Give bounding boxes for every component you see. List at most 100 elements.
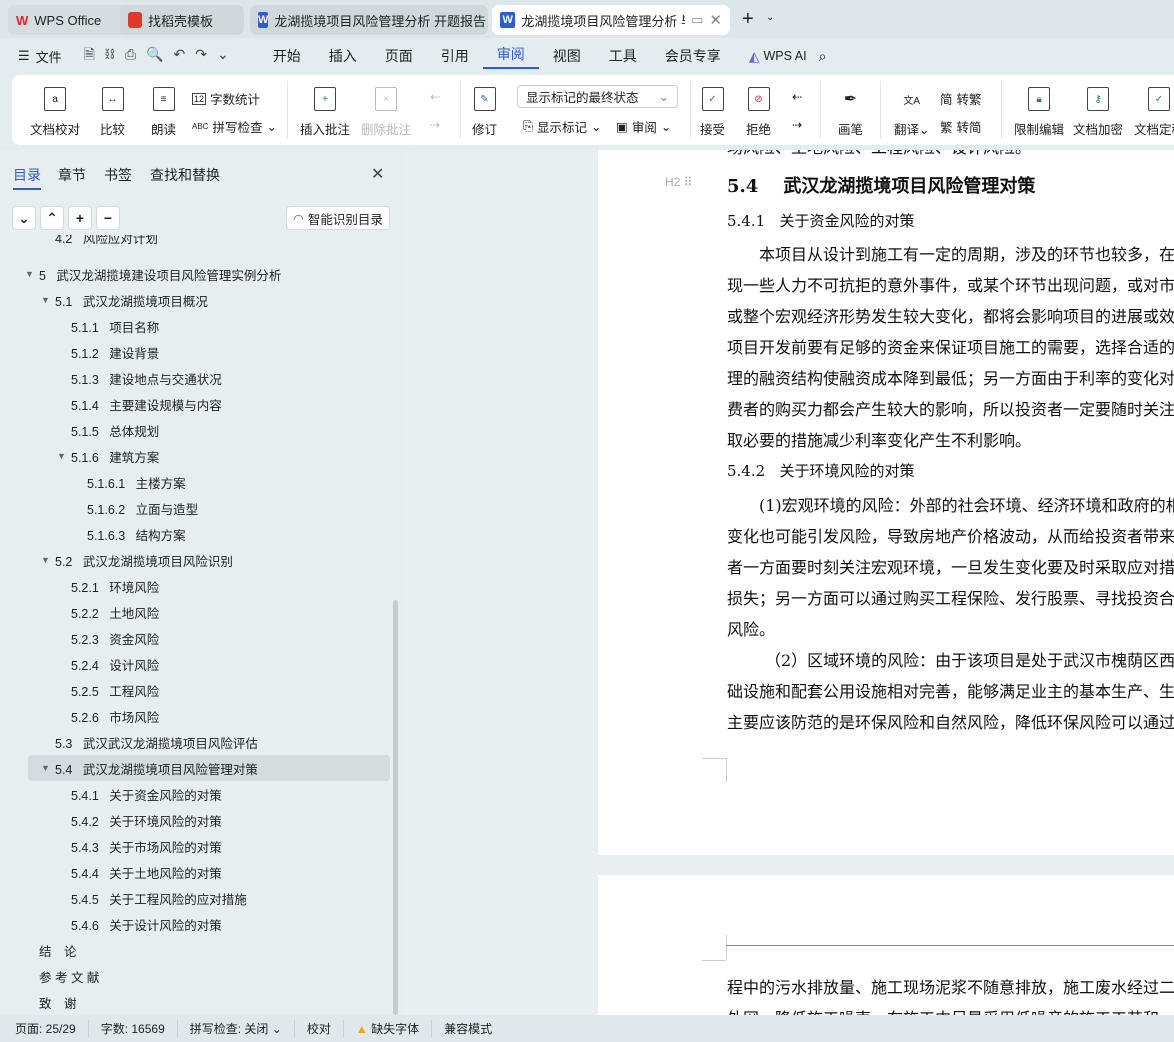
proof-button[interactable]: 校对 [295,1020,344,1037]
close-icon[interactable]: ✕ [371,164,384,184]
menu-page[interactable]: 页面 [371,46,427,66]
spell-check-status[interactable]: 拼写检查: 关闭 ⌄ [178,1020,295,1037]
tab-find-replace[interactable]: 查找和替换 [150,165,220,185]
toc-item[interactable]: ▼ 5.4 武汉龙湖揽境项目风险管理对策 [28,755,390,781]
menu-wps-ai[interactable]: WPS AI [764,49,807,63]
tab-bookmarks[interactable]: 书签 [104,165,132,185]
toc-item[interactable]: 5.1.6.1 主楼方案 [0,469,392,495]
toc-item[interactable]: 5.1.4 主要建设规模与内容 [0,391,392,417]
compare-button[interactable]: ↔ 比较 [100,87,125,138]
expand-button[interactable]: ⌃ [40,206,64,230]
promote-button[interactable]: + [68,206,92,230]
expand-arrow-icon[interactable]: ▼ [41,763,50,773]
tab-docer[interactable]: 找稻壳模板 [120,5,244,35]
close-icon[interactable]: ✕ [709,11,722,29]
review-pane-button[interactable]: ▣ 审阅 ⌄ [616,117,671,136]
toc-item[interactable]: 5.4.1 关于资金风险的对策 [0,781,392,807]
toc-item[interactable]: 5.1.3 建设地点与交通状况 [0,365,392,391]
toc-item[interactable]: 5.2.5 工程风险 [0,677,392,703]
toc-item[interactable]: 5.1.1 项目名称 [0,313,392,339]
toc-item[interactable]: 结 论 [0,937,392,963]
toc-item[interactable]: 5.2.2 土地风险 [0,599,392,625]
tab-sections[interactable]: 章节 [58,165,86,185]
tab-toc[interactable]: 目录 [13,165,41,190]
pen-icon: ✒ [843,91,858,108]
doc-check-button[interactable]: a 文档校对 [30,87,80,138]
toc-item[interactable]: 5.4.3 关于市场风险的对策 [0,833,392,859]
toc-item[interactable]: ▼ 5 武汉龙湖揽境建设项目风险管理实例分析 [0,261,392,287]
toc-item[interactable]: 5.2.6 市场风险 [0,703,392,729]
toc-item-label: 5.4.3 关于市场风险的对策 [71,840,222,855]
quick-access-icons[interactable]: 🗎⛓⎙🔍↶↷⌄ [84,44,239,68]
expand-arrow-icon[interactable]: ▼ [57,451,66,461]
monitor-icon[interactable]: ▭ [691,12,703,28]
toc-item[interactable]: 5.1.6.3 结构方案 [0,521,392,547]
collapse-button[interactable]: ⌄ [12,206,36,230]
menu-membership[interactable]: 会员专享 [651,46,735,66]
toc-item[interactable]: 5.4.2 关于环境风险的对策 [0,807,392,833]
finalize-button[interactable]: ✓文档定稿 [1134,87,1174,138]
expand-arrow-icon[interactable]: ▼ [25,269,34,279]
to-traditional-button[interactable]: 简转繁 [940,89,982,108]
delete-comment-button: × 删除批注 [361,87,411,138]
encrypt-button[interactable]: ⚷ 文档加密 [1073,87,1123,138]
word-count[interactable]: 字数: 16569 [89,1020,178,1037]
toc-item[interactable]: 5.2.4 设计风险 [0,651,392,677]
toc-item[interactable]: 5.1.2 建设背景 [0,339,392,365]
toc-item[interactable]: 5.1.5 总体规划 [0,417,392,443]
menu-view[interactable]: 视图 [539,46,595,66]
expand-arrow-icon[interactable]: ▼ [41,555,50,565]
search-icon[interactable]: ⌕ [819,48,827,65]
page-indicator[interactable]: 页面: 25/29 [0,1020,89,1037]
show-markup-button[interactable]: ⎘ 显示标记 ⌄ [523,117,602,136]
new-tab-button[interactable]: + [742,8,754,31]
read-aloud-button[interactable]: ≡ 朗读 [151,87,176,138]
smart-toc-button[interactable]: ◠ 智能识别目录 [286,206,390,230]
markup-state-select[interactable]: 显示标记的最终状态 ⌄ [517,85,678,108]
toc-item[interactable]: 5.4.6 关于设计风险的对策 [0,911,392,937]
spell-check-button[interactable]: ABC 拼写检查 ⌄ [192,117,277,136]
chevron-down-icon[interactable]: ⌄ [766,12,774,23]
missing-font-button[interactable]: ▲ 缺失字体 [344,1020,433,1037]
toc-item[interactable]: 5.2.1 环境风险 [0,573,392,599]
toc-item[interactable]: ▼ 5.1.6 建筑方案 [0,443,392,469]
hamburger-icon[interactable]: ☰ [18,48,30,64]
demote-button[interactable]: − [96,206,120,230]
translate-button[interactable]: 文A 翻译⌄ [894,87,930,138]
sidebar-scrollbar[interactable] [393,600,398,1015]
tab-proposal-doc[interactable]: W 龙湖揽境项目风险管理分析 开题报告 [250,5,488,35]
toc-item[interactable]: 5.1.6.2 立面与造型 [0,495,392,521]
toc-item[interactable]: 5.4.5 关于工程风险的应对措施 [0,885,392,911]
toc-item[interactable]: ▼ 5.2 武汉龙湖揽境项目风险识别 [0,547,392,573]
insert-comment-button[interactable]: + 插入批注 [300,87,350,138]
toc-item[interactable]: ▼ 5.1 武汉龙湖揽境项目概况 [0,287,392,313]
reject-button[interactable]: ⊘ 拒绝 [746,87,771,138]
heading-marker[interactable]: H2 ⠿ [665,175,692,189]
toc-item[interactable]: 5.2.3 资金风险 [0,625,392,651]
accept-button[interactable]: ✓ 接受 [700,87,725,138]
toc-item[interactable]: 致 谢 [0,989,392,1015]
menu-home[interactable]: 开始 [259,46,315,66]
text-line: 取必要的措施减少利率变化产生不利影响。 [727,431,1032,450]
expand-arrow-icon[interactable]: ▼ [41,295,50,305]
tab-thesis-doc[interactable]: W 龙湖揽境项目风险管理分析 毕 ▭ ✕ [492,5,730,35]
toc-item[interactable]: 5.4.4 关于土地风险的对策 [0,859,392,885]
toc-item-label: 5.2.4 设计风险 [71,658,160,673]
menu-insert[interactable]: 插入 [315,46,371,66]
prev-change-icon[interactable]: ⇠ [792,89,802,104]
toc-item[interactable]: 5.3 武汉武汉龙湖揽境项目风险评估 [0,729,392,755]
pen-button[interactable]: ✒ 画笔 [838,87,863,138]
toc-item[interactable]: 参 考 文 献 [0,963,392,989]
menu-file[interactable]: 文件 [36,47,62,66]
menu-references[interactable]: 引用 [427,46,483,66]
heading-5-4-1: 5.4.1 关于资金风险的对策 [727,212,915,230]
menu-review[interactable]: 审阅 [482,44,539,69]
track-changes-button[interactable]: ✎ 修订 [472,87,497,138]
menu-tools[interactable]: 工具 [595,46,651,66]
restrict-edit-button[interactable]: 🔒︎ 限制编辑 [1014,87,1064,138]
next-change-icon[interactable]: ⇢ [792,117,802,132]
toc-sidebar: 目录 章节 书签 查找和替换 ✕ ⌄ ⌃ + − ◠ 智能识别目录 4.2 风险应… [0,150,402,1015]
toc-item[interactable]: 4.2 风险应对计划 [0,235,392,250]
word-count-button[interactable]: 12 字数统计 [192,89,260,108]
to-simplified-button[interactable]: 繁转简 [940,117,982,136]
